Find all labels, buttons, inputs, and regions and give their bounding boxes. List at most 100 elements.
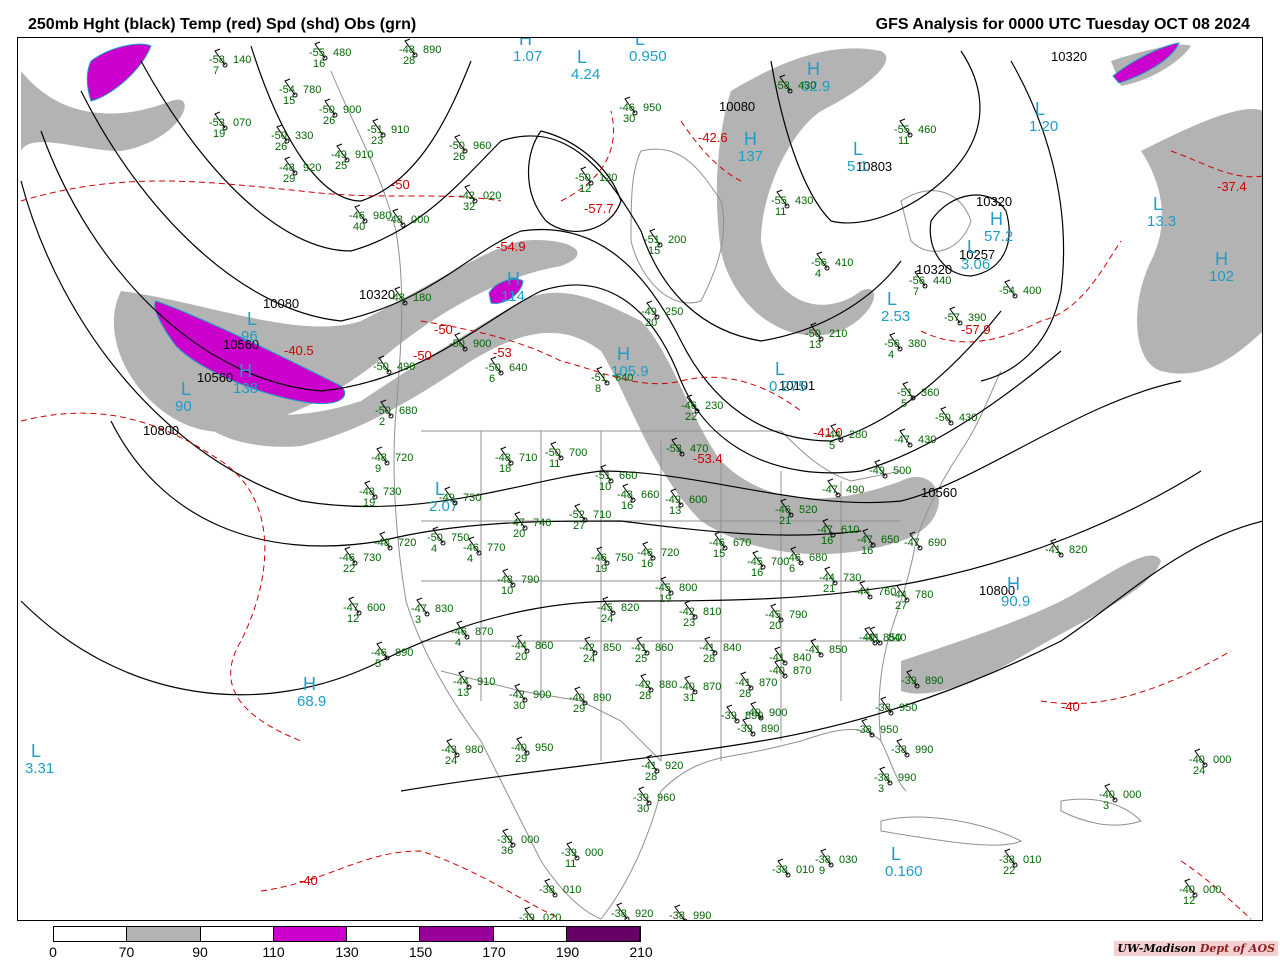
obs-height: 490: [397, 361, 415, 373]
obs-spread: 4: [888, 349, 894, 361]
temp-contour: [1040, 650, 1232, 704]
colorbar-tick: 190: [555, 944, 580, 960]
obs-spread: 24: [583, 653, 595, 665]
obs-height: 840: [888, 632, 906, 644]
obs-height: 520: [799, 504, 817, 516]
obs-height: 440: [933, 275, 951, 287]
obs-height: 480: [333, 47, 351, 59]
temperature-label: -53: [493, 345, 512, 360]
obs-temperature: -40: [745, 707, 761, 719]
temperature-label: -37.4: [1217, 179, 1247, 194]
credit-dept: Dept of AOS: [1199, 942, 1275, 955]
obs-height: 460: [918, 124, 936, 136]
hl-marker-value: 5.1: [847, 158, 868, 175]
obs-spread: 28: [739, 688, 751, 700]
obs-height: 870: [793, 665, 811, 677]
obs-temperature: -48: [387, 214, 403, 226]
obs-spread: 13: [669, 505, 681, 517]
obs-spread: 22: [1003, 865, 1015, 877]
obs-height: 600: [367, 602, 385, 614]
obs-height: 860: [535, 640, 553, 652]
obs-temperature: -38: [611, 908, 627, 920]
obs-spread: 30: [623, 113, 635, 125]
obs-temperature: -38: [539, 884, 555, 896]
weather-map: 10320 10080 10803 10320 10257 10320 10080 10320…: [17, 37, 1263, 921]
obs-spread: 12: [579, 183, 591, 195]
obs-height: 740: [533, 517, 551, 529]
obs-temperature: -47: [894, 434, 910, 446]
obs-height: 790: [789, 609, 807, 621]
map-title: 250mb Hght (black) Temp (red) Spd (shd) …: [28, 16, 417, 33]
obs-spread: 5: [829, 440, 835, 452]
obs-height: 400: [1023, 285, 1041, 297]
credit-org: UW-Madison: [1117, 942, 1197, 955]
obs-temperature: -41: [864, 632, 880, 644]
hl-marker-value: 0.275: [769, 378, 807, 395]
obs-height: 680: [399, 405, 417, 417]
obs-height: 890: [423, 44, 441, 56]
colorbar-tick: 90: [192, 944, 208, 960]
obs-height: 600: [689, 494, 707, 506]
obs-height: 000: [1213, 754, 1231, 766]
temperature-label: -40: [299, 873, 318, 888]
obs-spread: 15: [283, 95, 295, 107]
obs-spread: 3: [878, 783, 884, 795]
obs-temperature: -39: [519, 912, 535, 920]
obs-height: 660: [619, 470, 637, 482]
obs-height: 000: [1203, 884, 1221, 896]
obs-height: 000: [585, 847, 603, 859]
hl-marker-value: 0.950: [629, 48, 667, 65]
obs-spread: 22: [685, 411, 697, 423]
colorbar-segment: [566, 927, 640, 941]
obs-height: 920: [303, 162, 321, 174]
hl-marker-letter: H: [239, 361, 252, 381]
obs-height: 780: [303, 84, 321, 96]
hudson-bay: [630, 148, 725, 304]
colorbar-tick: 70: [118, 944, 135, 960]
hl-marker-letter: L: [967, 237, 977, 257]
obs-spread: 13: [457, 687, 469, 699]
hl-marker-letter: L: [1035, 99, 1045, 119]
obs-spread: 23: [371, 135, 383, 147]
height-label: 10080: [719, 99, 755, 114]
hispaniola: [1060, 798, 1142, 826]
colorbar-segment: [493, 927, 567, 941]
obs-height: 180: [413, 292, 431, 304]
hl-marker-value: 90.9: [1001, 593, 1030, 610]
obs-height: 380: [908, 338, 926, 350]
obs-spread: 40: [353, 221, 365, 233]
obs-height: 720: [661, 547, 679, 559]
obs-height: 730: [363, 552, 381, 564]
height-label: 10560: [197, 370, 233, 385]
hl-marker-letter: L: [181, 379, 191, 399]
temp-contour: [20, 180, 502, 202]
obs-spread: 31: [683, 692, 695, 704]
obs-height: 830: [435, 603, 453, 615]
obs-temperature: -57: [944, 312, 960, 324]
obs-spread: 16: [861, 545, 873, 557]
obs-height: 230: [705, 400, 723, 412]
hl-marker-letter: L: [247, 309, 257, 329]
obs-spread: 10: [599, 481, 611, 493]
temperature-label: -40: [1061, 699, 1080, 714]
obs-height: 410: [835, 257, 853, 269]
hl-marker-value: 138: [233, 380, 258, 397]
obs-height: 670: [733, 537, 751, 549]
obs-spread: 30: [513, 700, 525, 712]
obs-spread: 27: [895, 600, 907, 612]
obs-height: 730: [383, 486, 401, 498]
obs-height: 900: [343, 104, 361, 116]
obs-spread: 22: [343, 563, 355, 575]
obs-spread: 16: [751, 567, 763, 579]
obs-height: 000: [411, 214, 429, 226]
obs-height: 950: [899, 702, 917, 714]
hl-marker-letter: L: [853, 139, 863, 159]
obs-spread: 27: [573, 520, 585, 532]
obs-height: 330: [295, 130, 313, 142]
obs-spread: 16: [313, 58, 325, 70]
hl-marker-value: 13.3: [1147, 213, 1176, 230]
obs-height: 990: [898, 772, 916, 784]
obs-spread: 11: [775, 206, 786, 218]
temperature-label: -40.5: [284, 343, 314, 358]
obs-height: 960: [657, 792, 675, 804]
